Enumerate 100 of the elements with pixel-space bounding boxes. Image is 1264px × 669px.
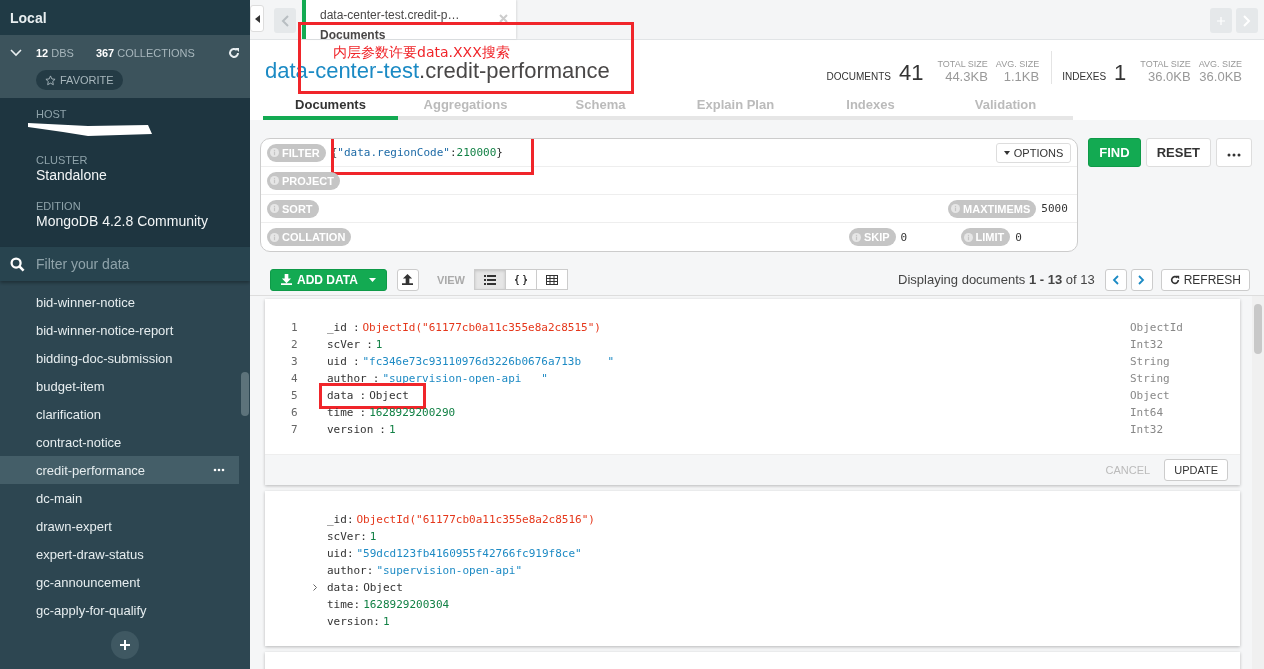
export-button[interactable] [396, 268, 419, 291]
line-number: 7 [291, 423, 299, 436]
view-toggle[interactable] [474, 269, 506, 290]
field-key[interactable]: author [327, 372, 373, 385]
field-key[interactable]: _id [327, 321, 353, 334]
more-icon[interactable] [213, 468, 225, 472]
field-type: Int32 [1130, 338, 1165, 351]
field-value[interactable]: ObjectId("61177cb0a11c355e8a2c8515") [362, 321, 601, 334]
field-key[interactable]: data [327, 389, 360, 402]
field-key[interactable]: time [327, 406, 360, 419]
options-button[interactable]: OPTIONS [995, 142, 1072, 163]
field-separator: : [373, 615, 380, 628]
view-toggle[interactable] [505, 269, 537, 290]
info-value: Standalone [36, 167, 108, 185]
collection-item[interactable]: bidding-doc-submission [0, 344, 239, 372]
field-separator: : [346, 547, 354, 560]
add-database-button[interactable] [111, 631, 139, 659]
field-label: LIMIT [960, 228, 1011, 246]
field-value[interactable]: 0 [900, 230, 961, 244]
filter-field[interactable]: Filter your data [0, 247, 250, 281]
info-icon [270, 148, 279, 157]
field-type: Int32 [1130, 423, 1165, 436]
collection-item[interactable]: contract-notice [0, 428, 239, 456]
stat-label: TOTAL SIZE [937, 59, 988, 69]
plus-icon [120, 640, 130, 650]
stat-label: DOCUMENTS [826, 71, 891, 82]
line-number: 4 [291, 372, 299, 385]
info-value: MongoDB 4.2.8 Community [36, 213, 209, 231]
field-value[interactable]: 5000 [1041, 202, 1072, 215]
stat-value: 36.0KB [1199, 69, 1242, 84]
info-icon [270, 204, 279, 213]
field-separator: : [360, 530, 367, 543]
field-value[interactable]: "supervision-open-api " [382, 372, 548, 385]
field-value[interactable]: 1628929200290 [369, 406, 456, 419]
collection-item[interactable]: expert-draw-status [0, 540, 239, 568]
chevron-down-icon[interactable] [10, 49, 22, 57]
field-separator: : [353, 598, 361, 611]
field-type: Int64 [1130, 406, 1165, 419]
field-type: String [1130, 372, 1171, 385]
field-value[interactable]: 0 [1015, 230, 1072, 244]
scrollbar-thumb[interactable] [1254, 304, 1262, 354]
stat-label: AVG. SIZE [1198, 59, 1242, 69]
view-label: VIEW [436, 273, 465, 286]
update-button[interactable]: UPDATE [1164, 459, 1228, 481]
field-value: "59dcd123fb4160955f42766fc919f8ce" [356, 547, 582, 560]
line-number: 2 [291, 338, 299, 351]
field-value[interactable]: "fc346e73c93110976d3226b0676a713b " [362, 355, 615, 368]
view-toggle[interactable] [536, 269, 568, 290]
close-icon[interactable] [499, 14, 508, 23]
field-key: data [327, 581, 354, 594]
tab-subtitle: Documents [320, 28, 387, 42]
tab-title: data-center-test.credit-p… [320, 8, 460, 22]
collection-item[interactable]: dc-main [0, 484, 239, 512]
collection-item[interactable]: budget-item [0, 372, 239, 400]
collection-item[interactable]: drawn-expert [0, 512, 239, 540]
collection-item[interactable]: bid-winner-notice-report [0, 316, 239, 344]
info-icon [270, 176, 279, 185]
field-value[interactable]: 1 [375, 338, 383, 351]
collapse-sidebar-button[interactable] [250, 5, 264, 32]
field-label: SKIP [848, 228, 896, 246]
collection-item[interactable]: gc-announcement [0, 568, 239, 596]
chevron-left-icon [1112, 274, 1120, 285]
annotation-note: 内层参数许要data.XXX搜索 [333, 44, 510, 62]
field-separator: : [379, 423, 386, 436]
field-value: "supervision-open-api" [376, 564, 523, 577]
refresh-icon[interactable] [228, 47, 240, 59]
line-number: 5 [291, 389, 299, 402]
field-value: 1 [369, 530, 377, 543]
stat-value: 36.0KB [1148, 69, 1191, 84]
list-icon [484, 274, 496, 285]
previous-page-button[interactable] [1104, 268, 1127, 291]
field-value[interactable]: Object [369, 389, 409, 402]
stat-label: INDEXES [1062, 71, 1107, 82]
collection-item[interactable]: clarification [0, 400, 239, 428]
collection-item[interactable]: credit-performance [0, 456, 239, 484]
field-key: scVer [327, 530, 361, 543]
connection-title: Local [10, 9, 47, 26]
field-separator: : [353, 581, 361, 594]
field-key[interactable]: version [327, 423, 380, 436]
caret-right-icon[interactable] [313, 584, 317, 591]
refresh-button[interactable]: REFRESH [1160, 268, 1250, 291]
field-label: COLLATION [267, 228, 352, 246]
favorite-button[interactable]: FAVORITE [36, 70, 123, 90]
next-page-button[interactable] [1130, 268, 1153, 291]
reset-button[interactable]: RESET [1145, 138, 1211, 167]
caret-left-icon [254, 14, 260, 23]
scrollbar-thumb[interactable] [241, 372, 249, 416]
field-key[interactable]: uid [327, 355, 353, 368]
field-key: _id [327, 513, 347, 526]
collection-tab[interactable]: data-center-test.credit-p… Documents [302, 0, 516, 39]
filter-input[interactable]: Filter your data [34, 255, 228, 273]
line-number: 3 [291, 355, 299, 368]
pagination-text: Displaying documents 1 - 13 of 13 [898, 272, 1095, 287]
stat-value: 41 [899, 62, 924, 84]
field-value[interactable]: 1 [389, 423, 396, 436]
field-key[interactable]: scVer [327, 338, 367, 351]
collection-item[interactable]: gc-apply-for-qualify [0, 596, 239, 624]
chevron-right-icon [1243, 14, 1251, 27]
collection-item[interactable]: bid-winner-notice [0, 288, 239, 316]
field-type: Object [1130, 389, 1171, 402]
